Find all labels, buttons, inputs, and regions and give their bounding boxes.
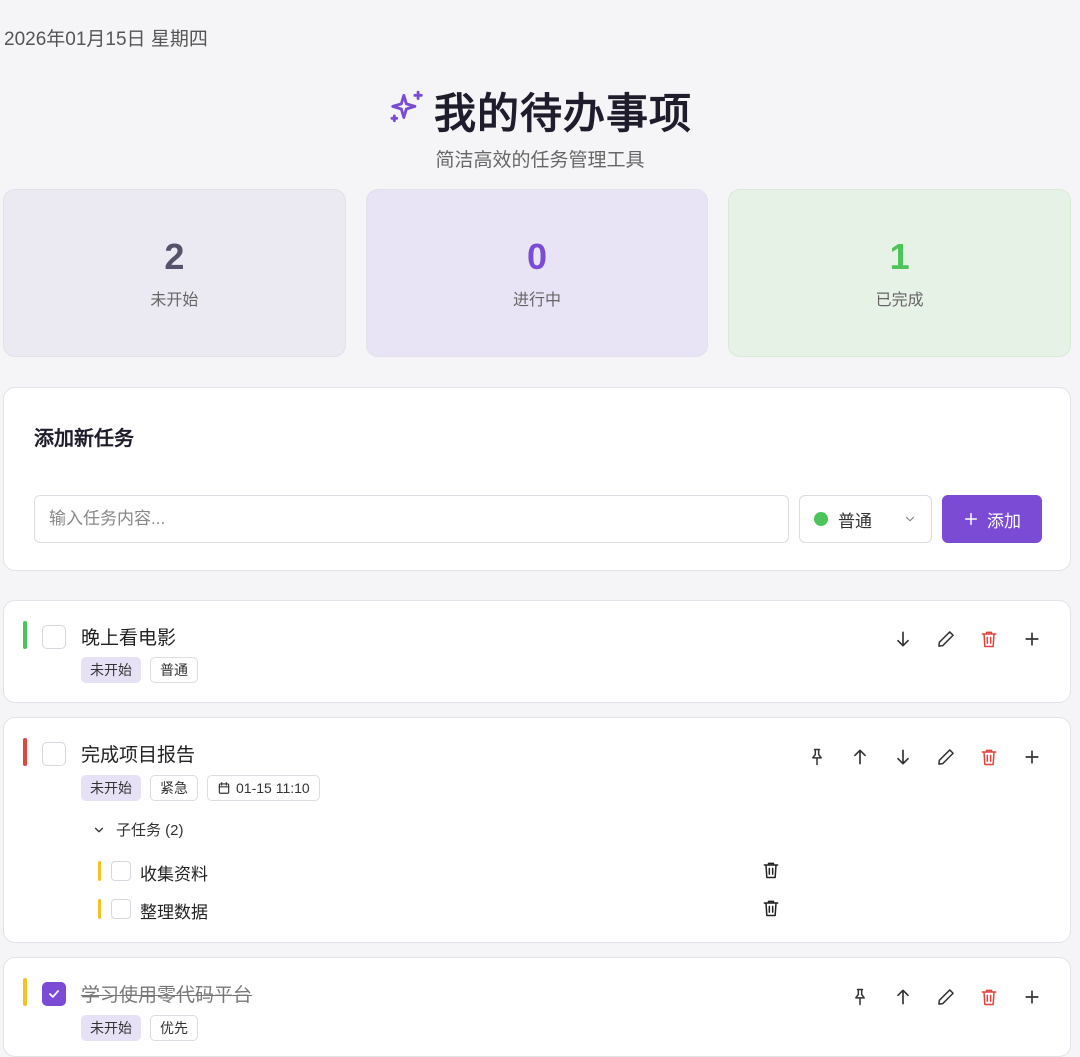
add-subtask-button[interactable] bbox=[1022, 987, 1042, 1007]
task-tags: 未开始 优先 bbox=[81, 1015, 198, 1041]
stat-in-progress: 0 进行中 bbox=[365, 189, 709, 357]
edit-button[interactable] bbox=[936, 629, 956, 649]
task-item: 晚上看电影 未开始 普通 bbox=[3, 600, 1071, 703]
move-down-button[interactable] bbox=[893, 629, 913, 649]
trash-icon bbox=[981, 631, 997, 648]
subtask-priority-bar bbox=[98, 861, 101, 881]
move-up-button[interactable] bbox=[850, 747, 870, 767]
trash-icon bbox=[981, 989, 997, 1006]
priority-bar bbox=[23, 621, 27, 649]
check-icon bbox=[49, 990, 59, 998]
delete-button[interactable] bbox=[979, 747, 999, 767]
task-title: 晚上看电影 bbox=[81, 628, 177, 649]
trash-icon bbox=[763, 900, 779, 917]
task-title: 学习使用零代码平台 bbox=[81, 985, 253, 1006]
arrow-down-icon bbox=[897, 749, 909, 765]
subtask-title: 整理数据 bbox=[140, 903, 208, 922]
status-badge: 未开始 bbox=[81, 775, 141, 801]
subtask-count-label: 子任务 (2) bbox=[116, 822, 184, 839]
task-tags: 未开始 紧急 01-15 11:10 bbox=[81, 775, 320, 801]
priority-selected-label: 普通 bbox=[838, 511, 872, 531]
task-actions bbox=[893, 629, 1042, 649]
move-down-button[interactable] bbox=[893, 747, 913, 767]
pencil-icon bbox=[938, 631, 954, 647]
subtask-checkbox[interactable] bbox=[111, 861, 131, 881]
trash-icon bbox=[763, 862, 779, 879]
subtask-delete-button[interactable] bbox=[761, 898, 781, 918]
task-item: 完成项目报告 未开始 紧急 01-15 11:10 子任务 (2) 收集资料 整… bbox=[3, 717, 1071, 943]
stat-completed: 1 已完成 bbox=[728, 189, 1072, 357]
stat-count: 1 bbox=[889, 236, 910, 277]
chevron-down-icon bbox=[905, 516, 915, 522]
subtask-checkbox[interactable] bbox=[111, 899, 131, 919]
task-actions bbox=[807, 747, 1042, 767]
plus-icon bbox=[1025, 750, 1039, 764]
pencil-icon bbox=[938, 989, 954, 1005]
priority-badge: 普通 bbox=[150, 657, 198, 683]
subtask-title: 收集资料 bbox=[140, 865, 208, 884]
priority-dot-icon bbox=[814, 512, 828, 526]
priority-select[interactable]: 普通 bbox=[799, 495, 932, 543]
status-badge: 未开始 bbox=[81, 657, 141, 683]
pin-icon bbox=[812, 748, 822, 766]
stat-label: 已完成 bbox=[875, 292, 924, 309]
subtask-item: 整理数据 bbox=[98, 897, 788, 922]
sparkles-icon bbox=[388, 89, 426, 132]
edit-button[interactable] bbox=[936, 747, 956, 767]
page-header: 我的待办事项 简洁高效的任务管理工具 bbox=[0, 80, 1080, 172]
priority-badge: 紧急 bbox=[150, 775, 198, 801]
task-checkbox[interactable] bbox=[42, 742, 66, 766]
task-checkbox[interactable] bbox=[42, 982, 66, 1006]
add-task-title: 添加新任务 bbox=[34, 428, 134, 450]
arrow-up-icon bbox=[897, 989, 909, 1005]
arrow-up-icon bbox=[854, 749, 866, 765]
move-up-button[interactable] bbox=[893, 987, 913, 1007]
stats-row: 2 未开始 0 进行中 1 已完成 bbox=[3, 189, 1072, 357]
subtask-delete-button[interactable] bbox=[761, 860, 781, 880]
calendar-icon bbox=[218, 782, 230, 794]
status-badge: 未开始 bbox=[81, 1015, 141, 1041]
priority-bar bbox=[23, 978, 27, 1006]
pin-button[interactable] bbox=[807, 747, 827, 767]
due-date-badge: 01-15 11:10 bbox=[207, 775, 320, 801]
page-subtitle: 简洁高效的任务管理工具 bbox=[435, 150, 645, 171]
trash-icon bbox=[981, 749, 997, 766]
stat-not-started: 2 未开始 bbox=[3, 189, 346, 357]
pin-button[interactable] bbox=[850, 987, 870, 1007]
plus-icon bbox=[964, 512, 978, 526]
add-subtask-button[interactable] bbox=[1022, 747, 1042, 767]
stat-count: 0 bbox=[526, 236, 548, 277]
add-task-card: 添加新任务 普通 添加 bbox=[3, 387, 1071, 571]
task-checkbox[interactable] bbox=[42, 625, 66, 649]
stat-label: 进行中 bbox=[513, 292, 562, 309]
task-tags: 未开始 普通 bbox=[81, 657, 198, 683]
title-row: 我的待办事项 bbox=[388, 80, 692, 141]
delete-button[interactable] bbox=[979, 987, 999, 1007]
plus-icon bbox=[1025, 632, 1039, 646]
priority-badge: 优先 bbox=[150, 1015, 198, 1041]
pencil-icon bbox=[938, 749, 954, 765]
add-task-button[interactable]: 添加 bbox=[942, 495, 1042, 543]
task-actions bbox=[850, 987, 1042, 1007]
due-date-text: 01-15 11:10 bbox=[236, 780, 310, 796]
add-button-label: 添加 bbox=[987, 511, 1021, 531]
chevron-down-icon bbox=[94, 827, 104, 832]
subtask-item: 收集资料 bbox=[98, 859, 788, 884]
task-input[interactable] bbox=[34, 495, 789, 543]
date-display: 2026年01月15日 星期四 bbox=[4, 29, 208, 50]
pin-icon bbox=[855, 988, 865, 1006]
subtask-toggle[interactable]: 子任务 (2) bbox=[92, 819, 184, 840]
priority-bar bbox=[23, 738, 27, 766]
arrow-down-icon bbox=[897, 631, 909, 647]
plus-icon bbox=[1025, 990, 1039, 1004]
task-title: 完成项目报告 bbox=[81, 745, 196, 766]
page-title: 我的待办事项 bbox=[433, 90, 692, 137]
stat-count: 2 bbox=[164, 236, 185, 277]
add-subtask-button[interactable] bbox=[1022, 629, 1042, 649]
task-item: 学习使用零代码平台 未开始 优先 bbox=[3, 957, 1071, 1057]
edit-button[interactable] bbox=[936, 987, 956, 1007]
delete-button[interactable] bbox=[979, 629, 999, 649]
subtask-priority-bar bbox=[98, 899, 101, 919]
stat-label: 未开始 bbox=[150, 292, 199, 309]
